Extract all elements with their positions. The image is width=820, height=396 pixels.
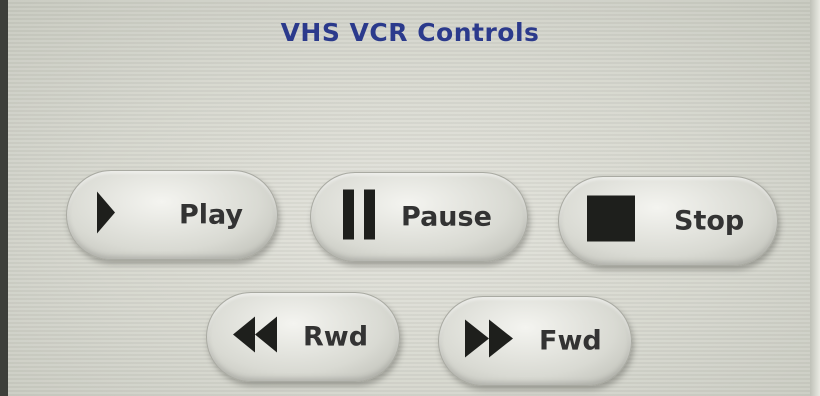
pause-icon (343, 189, 377, 245)
page-title: VHS VCR Controls (280, 18, 540, 47)
rewind-button-label: Rwd (303, 321, 369, 353)
pause-button[interactable]: Pause (310, 172, 528, 262)
vcr-control-screen: VHS VCR Controls Play Pause Stop Rwd Fwd (0, 0, 820, 396)
screen-bezel-right (810, 0, 820, 396)
play-button-label: Play (179, 199, 244, 231)
screen-bezel-left (0, 0, 8, 396)
play-icon (95, 190, 117, 241)
fast-forward-button-label: Fwd (539, 325, 602, 357)
fast-forward-button[interactable]: Fwd (438, 296, 632, 386)
stop-button-label: Stop (674, 205, 745, 237)
stop-icon (587, 195, 635, 247)
rewind-icon (231, 315, 279, 360)
rewind-button[interactable]: Rwd (206, 292, 400, 382)
stop-button[interactable]: Stop (558, 176, 778, 266)
fast-forward-icon (463, 318, 515, 365)
pause-button-label: Pause (401, 201, 492, 233)
play-button[interactable]: Play (66, 170, 278, 260)
